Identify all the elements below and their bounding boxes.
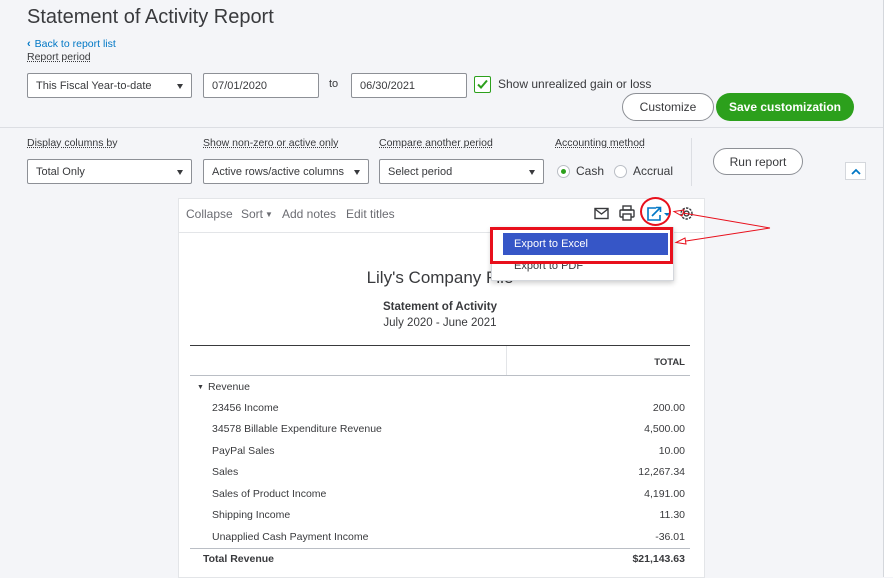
accrual-radio-indicator xyxy=(614,164,627,178)
to-label: to xyxy=(329,78,339,90)
display-columns-label: Display columns by xyxy=(27,137,118,149)
caret-down-icon: ▼ xyxy=(197,383,204,391)
annotation-circle xyxy=(640,197,671,226)
header-divider xyxy=(0,127,893,128)
collapse-link[interactable]: Collapse xyxy=(186,207,233,221)
total-column-header: TOTAL xyxy=(654,357,685,368)
total-revenue-label: Total Revenue xyxy=(203,553,274,565)
revenue-section-toggle[interactable]: ▼ Revenue xyxy=(197,381,250,393)
edit-titles-link[interactable]: Edit titles xyxy=(346,207,395,221)
start-date-value: 07/01/2020 xyxy=(212,79,268,92)
sort-label: Sort xyxy=(241,207,264,221)
run-report-button[interactable]: Run report xyxy=(713,148,803,175)
unrealized-checkbox[interactable] xyxy=(474,76,491,93)
cash-label: Cash xyxy=(576,164,605,178)
table-row[interactable]: 23456 Income 200.00 xyxy=(190,399,690,419)
row-value: 11.30 xyxy=(659,509,686,521)
page-title: Statement of Activity Report xyxy=(27,6,274,28)
table-top-rule xyxy=(190,345,690,346)
cash-radio[interactable]: Cash xyxy=(557,164,604,178)
start-date-input[interactable]: 07/01/2020 xyxy=(203,73,319,98)
total-rule xyxy=(190,548,690,549)
add-notes-link[interactable]: Add notes xyxy=(282,207,336,221)
chevron-up-icon xyxy=(850,168,861,175)
row-name: Unapplied Cash Payment Income xyxy=(212,531,369,543)
display-columns-select[interactable]: Total Only xyxy=(27,159,192,184)
revenue-section-label: Revenue xyxy=(207,381,250,393)
sort-dropdown[interactable]: Sort ▼ xyxy=(241,207,273,221)
row-value: 10.00 xyxy=(658,445,685,457)
filters-divider xyxy=(691,138,692,186)
caret-down-icon: ▼ xyxy=(265,209,273,219)
end-date-input[interactable]: 06/30/2021 xyxy=(351,73,467,98)
header-rule xyxy=(190,375,690,376)
accounting-method-label: Accounting method xyxy=(555,137,645,149)
save-customization-button[interactable]: Save customization xyxy=(716,93,854,121)
row-name: Shipping Income xyxy=(212,509,291,521)
report-period-select[interactable]: This Fiscal Year-to-date xyxy=(27,73,192,98)
total-revenue-value: $21,143.63 xyxy=(632,553,685,565)
report-period-label: Report period xyxy=(27,51,91,63)
nonzero-value: Active rows/active columns xyxy=(212,165,345,178)
annotation-arrows xyxy=(672,209,771,245)
row-name: Sales xyxy=(212,466,239,478)
annotation-highlight-box xyxy=(490,227,673,264)
compare-label: Compare another period xyxy=(379,137,493,149)
checkmark-icon xyxy=(477,79,488,89)
nonzero-select[interactable]: Active rows/active columns xyxy=(203,159,369,184)
row-name: Sales of Product Income xyxy=(212,488,327,500)
report-range: July 2020 - June 2021 xyxy=(383,317,497,329)
unrealized-label: Show unrealized gain or loss xyxy=(498,77,652,91)
compare-period-select[interactable]: Select period xyxy=(379,159,544,184)
report-name: Statement of Activity xyxy=(383,301,497,313)
accrual-radio[interactable]: Accrual xyxy=(614,164,673,178)
row-value: 4,500.00 xyxy=(644,423,685,435)
display-columns-value: Total Only xyxy=(36,165,85,178)
print-icon[interactable] xyxy=(619,205,635,221)
table-row[interactable]: Unapplied Cash Payment Income -36.01 xyxy=(190,528,690,548)
row-name: 34578 Billable Expenditure Revenue xyxy=(212,423,382,435)
table-row[interactable]: Shipping Income 11.30 xyxy=(190,506,690,526)
back-to-report-list-link[interactable]: ‹ Back to report list xyxy=(27,38,116,50)
cash-radio-indicator xyxy=(557,164,570,178)
collapse-panel-button[interactable] xyxy=(845,162,866,180)
back-link-label: Back to report list xyxy=(34,38,116,50)
row-value: 200.00 xyxy=(652,402,685,414)
row-value: -36.01 xyxy=(655,531,685,543)
row-name: PayPal Sales xyxy=(212,445,275,457)
accrual-label: Accrual xyxy=(633,164,674,178)
report-period-value: This Fiscal Year-to-date xyxy=(36,79,152,92)
customize-button[interactable]: Customize xyxy=(622,93,714,121)
row-name: 23456 Income xyxy=(212,402,279,414)
nonzero-label: Show non-zero or active only xyxy=(203,137,339,149)
end-date-value: 06/30/2021 xyxy=(360,79,416,92)
table-row[interactable]: 34578 Billable Expenditure Revenue 4,500.… xyxy=(190,420,690,440)
scrollbar[interactable] xyxy=(883,0,893,577)
row-value: 4,191.00 xyxy=(644,488,685,500)
column-divider xyxy=(506,346,507,376)
compare-period-placeholder: Select period xyxy=(388,165,453,178)
table-row[interactable]: Sales of Product Income 4,191.00 xyxy=(190,485,690,505)
row-value: 12,267.34 xyxy=(638,466,685,478)
email-icon[interactable] xyxy=(594,207,609,220)
chevron-left-icon: ‹ xyxy=(27,38,31,50)
table-row[interactable]: PayPal Sales 10.00 xyxy=(190,442,690,462)
table-row[interactable]: Sales 12,267.34 xyxy=(190,463,690,483)
